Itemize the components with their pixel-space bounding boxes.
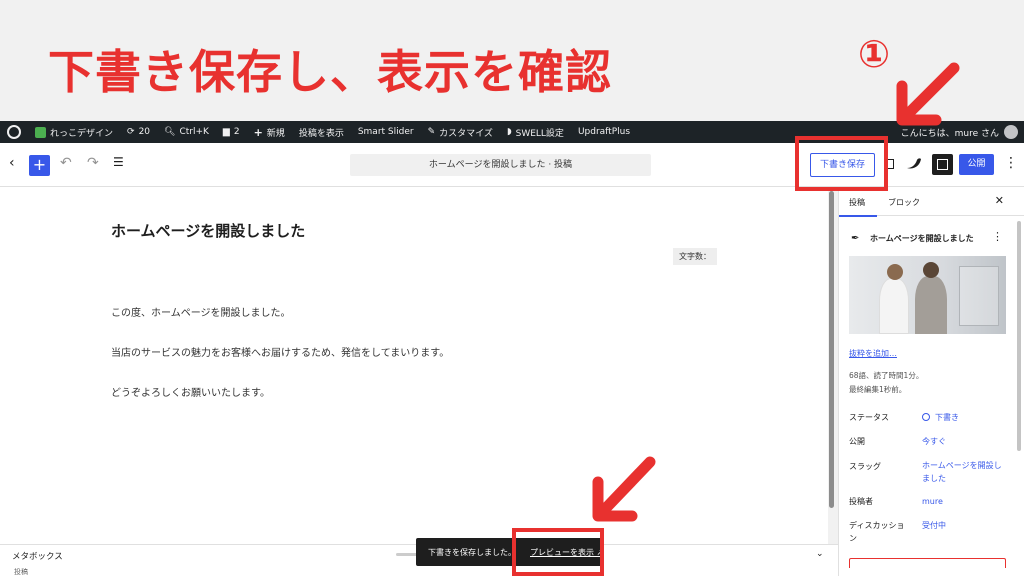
admin-bar-search[interactable]: 🔍︎ Ctrl+K: [157, 121, 216, 143]
snackbar-message: 下書きを保存しました。: [428, 548, 516, 557]
arrow-icon: [896, 62, 960, 126]
settings-sidebar-icon[interactable]: [932, 154, 953, 175]
admin-bar-smart-slider[interactable]: Smart Slider: [351, 121, 421, 143]
admin-bar-comments[interactable]: ▆ 2: [216, 121, 247, 143]
highlight-box-preview: [512, 528, 604, 576]
metabox-label: メタボックス: [12, 552, 63, 562]
tutorial-heading: 下書き保存し、表示を確認: [48, 45, 612, 99]
wordpress-logo-icon[interactable]: [0, 121, 28, 143]
author-value[interactable]: mure: [922, 495, 943, 508]
draft-status-icon: [922, 413, 930, 421]
add-block-button[interactable]: +: [29, 155, 50, 176]
paragraph-block[interactable]: この度、ホームページを開設しました。: [111, 304, 291, 319]
paragraph-block[interactable]: 当店のサービスの魅力をお客様へお届けするため、発信をしてまいります。: [111, 344, 449, 359]
admin-bar-view-post[interactable]: 投稿を表示: [292, 121, 351, 143]
avatar: [1004, 125, 1018, 139]
admin-bar-swell[interactable]: ◗ SWELL設定: [500, 121, 571, 143]
post-options-icon[interactable]: ⋮: [992, 230, 1003, 243]
paragraph-block[interactable]: どうぞよろしくお願いいたします。: [111, 384, 270, 399]
publish-value[interactable]: 今すぐ: [922, 435, 946, 448]
search-icon: 🔍︎: [164, 127, 176, 137]
author-label: 投稿者: [849, 497, 873, 506]
comment-icon: ▆: [222, 127, 230, 137]
post-title[interactable]: ホームページを開設しました: [111, 220, 305, 241]
arrow-icon: [592, 456, 656, 522]
editor-canvas[interactable]: ホームページを開設しました 文字数： この度、ホームページを開設しました。 当店…: [0, 187, 828, 544]
add-excerpt-link[interactable]: 抜粋を追加…: [849, 348, 897, 359]
settings-sidebar: 投稿 ブロック ✕ ✒ ホームページを開設しました ⋮ 抜粋を追加… 68語、読…: [838, 187, 1024, 576]
publish-label: 公開: [849, 437, 865, 446]
admin-bar-customize[interactable]: ✎ カスタマイズ: [421, 121, 500, 143]
tab-post[interactable]: 投稿: [839, 197, 877, 217]
back-icon[interactable]: ‹: [9, 155, 15, 171]
more-options-icon[interactable]: ⋮: [1004, 155, 1018, 171]
status-label: ステータス: [849, 413, 889, 422]
word-stats: 68語、読了時間1分。: [849, 371, 924, 380]
swell-icon[interactable]: [907, 158, 921, 170]
slug-value[interactable]: ホームページを開設しました: [922, 459, 1002, 485]
sidebar-scrollbar[interactable]: [1017, 221, 1021, 451]
close-icon[interactable]: ✕: [995, 194, 1004, 207]
word-count-badge: 文字数：: [673, 248, 717, 265]
redo-icon[interactable]: ↷: [87, 155, 99, 171]
featured-image[interactable]: [849, 256, 1006, 334]
last-edited: 最終編集1秒前。: [849, 385, 907, 394]
sidebar-field[interactable]: [849, 558, 1006, 568]
refresh-icon: ⟳: [127, 127, 135, 137]
brush-icon: ✎: [427, 127, 436, 137]
discussion-value[interactable]: 受付中: [922, 519, 946, 532]
metabox-panel: 投稿: [0, 566, 838, 576]
admin-bar-updates[interactable]: ⟳ 20: [120, 121, 157, 143]
site-icon: [35, 126, 46, 138]
feather-icon: ✒: [851, 233, 860, 244]
publish-button[interactable]: 公開: [959, 154, 994, 175]
sidebar-tabs: 投稿 ブロック ✕: [839, 187, 1024, 217]
step-1-marker: ①: [858, 32, 891, 76]
undo-icon[interactable]: ↶: [60, 155, 72, 171]
document-bar[interactable]: ホームページを開設しました · 投稿: [350, 154, 651, 176]
slug-label: スラッグ: [849, 462, 881, 471]
admin-bar-updraft[interactable]: UpdraftPlus: [571, 121, 637, 143]
swell-icon: ◗: [506, 127, 512, 137]
editor-scrollbar[interactable]: [829, 191, 834, 508]
highlight-box-save-draft: [795, 136, 888, 191]
admin-bar-site[interactable]: れっこデザイン: [28, 121, 120, 143]
sidebar-post-title: ホームページを開設しました: [870, 234, 974, 243]
tab-block[interactable]: ブロック: [888, 197, 920, 208]
discussion-label: ディスカッション: [849, 521, 905, 543]
list-view-icon[interactable]: ☰: [113, 155, 124, 169]
status-value[interactable]: 下書き: [922, 411, 959, 424]
resize-handle[interactable]: [396, 553, 418, 556]
admin-bar-new[interactable]: + 新規: [247, 121, 292, 143]
chevron-down-icon[interactable]: ⌄: [816, 549, 824, 559]
plus-icon: +: [253, 125, 263, 139]
